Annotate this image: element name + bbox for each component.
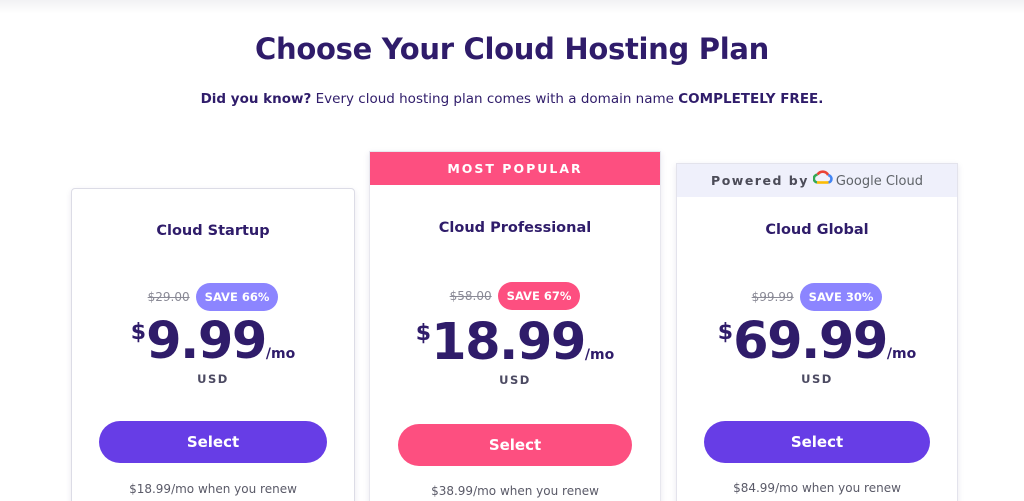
most-popular-banner: MOST POPULAR: [370, 152, 660, 185]
discount-row: $29.00 SAVE 66%: [72, 283, 354, 311]
google-cloud-label: Google Cloud: [835, 174, 923, 189]
page-subtitle: Did you know? Every cloud hosting plan c…: [0, 91, 1024, 107]
subtitle-lead: Did you know?: [200, 91, 312, 107]
select-button-cloud-startup[interactable]: Select: [99, 421, 327, 463]
price-amount: 69.99: [733, 312, 888, 371]
plan-name: Cloud Startup: [156, 223, 270, 239]
price-period: /mo: [584, 347, 615, 363]
renew-price: $18.99/mo when you renew: [129, 482, 297, 496]
powered-by-banner: Powered by Google Cloud: [677, 164, 957, 197]
price: $18.99/mo: [370, 317, 660, 368]
plan-card-cloud-professional: MOST POPULAR Cloud Professional $58.00 SA…: [369, 151, 661, 501]
price-amount: 18.99: [431, 313, 586, 372]
currency-symbol: $: [717, 320, 734, 345]
subtitle-emphasis: COMPLETELY FREE.: [678, 91, 824, 107]
old-price: $58.00: [449, 289, 492, 303]
renew-price: $84.99/mo when you renew: [733, 481, 901, 495]
old-price: $29.00: [147, 290, 190, 304]
price: $69.99/mo: [677, 316, 957, 367]
top-shadow: [0, 0, 1024, 14]
old-price: $99.99: [751, 290, 794, 304]
select-button-cloud-global[interactable]: Select: [704, 421, 930, 463]
save-badge: SAVE 67%: [497, 282, 581, 310]
price-period: /mo: [886, 346, 917, 362]
currency-code: USD: [499, 373, 531, 387]
subtitle-body: Every cloud hosting plan comes with a do…: [311, 91, 679, 107]
page-title: Choose Your Cloud Hosting Plan: [255, 32, 769, 66]
select-button-cloud-professional[interactable]: Select: [398, 424, 632, 466]
save-badge: SAVE 30%: [799, 283, 883, 311]
price-period: /mo: [265, 346, 296, 362]
renew-price: $38.99/mo when you renew: [431, 484, 599, 498]
google-cloud-icon: [812, 164, 833, 197]
plan-name: Cloud Global: [765, 222, 869, 238]
discount-row: $99.99 SAVE 30%: [677, 283, 957, 311]
plan-card-cloud-startup: Cloud Startup $29.00 SAVE 66% $9.99/mo US…: [71, 188, 355, 501]
currency-symbol: $: [415, 321, 432, 346]
save-badge: SAVE 66%: [195, 283, 279, 311]
plan-name: Cloud Professional: [438, 220, 592, 236]
currency-code: USD: [801, 372, 833, 386]
price-amount: 9.99: [146, 312, 267, 371]
currency-symbol: $: [130, 320, 147, 345]
price: $9.99/mo: [72, 316, 354, 367]
discount-row: $58.00 SAVE 67%: [370, 282, 660, 310]
plan-card-cloud-global: Powered by Google Cloud Cloud Global $99.…: [676, 163, 958, 501]
powered-by-label: Powered by: [711, 173, 809, 188]
currency-code: USD: [197, 372, 229, 386]
